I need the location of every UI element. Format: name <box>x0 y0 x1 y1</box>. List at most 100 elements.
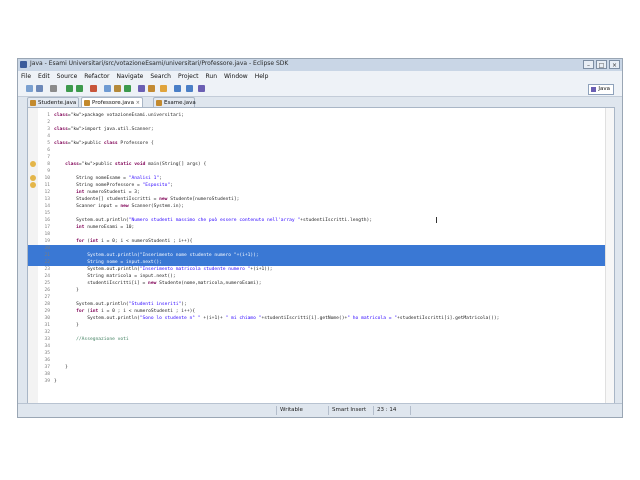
code-line[interactable]: 10 String nomeEsame = "Analisi 1"; <box>28 175 614 182</box>
code-text: } <box>54 288 79 293</box>
code-line[interactable]: 38 <box>28 371 614 378</box>
status-separator <box>373 406 374 415</box>
code-line[interactable]: 29 for (int i = 0 ; i < numeroStudenti ;… <box>28 308 614 315</box>
line-number: 6 <box>47 148 50 153</box>
code-line[interactable]: 14 Scanner input = new Scanner(System.in… <box>28 203 614 210</box>
code-line[interactable]: 19 for (int i = 0; i < numeroStudenti ; … <box>28 238 614 245</box>
line-number: 2 <box>47 120 50 125</box>
run-icon[interactable] <box>76 85 83 92</box>
toggle-mark-icon[interactable] <box>160 85 167 92</box>
code-line[interactable]: 31 } <box>28 322 614 329</box>
code-line[interactable]: 30 System.out.println("Sono lo studente … <box>28 315 614 322</box>
new-package-icon[interactable] <box>114 85 121 92</box>
warning-marker-icon[interactable] <box>30 175 36 181</box>
close-button[interactable]: × <box>609 60 620 69</box>
status-insert-mode: Smart Insert <box>332 407 367 413</box>
code-line[interactable]: 3 class="kw">import java.util.Scanner; <box>28 126 614 133</box>
java-perspective-button[interactable]: Java <box>588 84 614 95</box>
line-number: 16 <box>44 218 50 223</box>
save-icon[interactable] <box>36 85 43 92</box>
code-text: class="kw">package votazioneEsami.univer… <box>54 113 185 118</box>
tab-esame[interactable]: Esame.java <box>153 97 196 107</box>
code-line[interactable]: 24 String matricola = input.next(); <box>28 273 614 280</box>
external-tools-icon[interactable] <box>90 85 97 92</box>
maximize-button[interactable]: □ <box>596 60 607 69</box>
code-line[interactable]: 17 int numeroEsami = 10; <box>28 224 614 231</box>
line-number: 27 <box>44 295 50 300</box>
code-line[interactable]: 9 <box>28 168 614 175</box>
menu-edit[interactable]: Edit <box>35 71 54 82</box>
code-line[interactable]: 20 <box>28 245 614 252</box>
new-class-icon[interactable] <box>124 85 131 92</box>
code-line[interactable]: 26 } <box>28 287 614 294</box>
code-line[interactable]: 6 <box>28 147 614 154</box>
new-java-project-icon[interactable] <box>104 85 111 92</box>
new-icon[interactable] <box>26 85 33 92</box>
line-number: 24 <box>44 274 50 279</box>
code-line[interactable]: 18 <box>28 231 614 238</box>
code-text: class="kw">public class Professore { <box>54 141 154 146</box>
line-number: 3 <box>47 127 50 132</box>
debug-icon[interactable] <box>66 85 73 92</box>
warning-marker-icon[interactable] <box>30 161 36 167</box>
code-text: System.out.println("Inserimento nome stu… <box>54 253 259 258</box>
menu-source[interactable]: Source <box>54 71 82 82</box>
code-line[interactable]: 27 <box>28 294 614 301</box>
menu-file[interactable]: File <box>18 71 35 82</box>
line-number: 18 <box>44 232 50 237</box>
code-line[interactable]: 39} <box>28 378 614 385</box>
line-number: 39 <box>44 379 50 384</box>
java-file-icon <box>156 100 162 106</box>
code-line[interactable]: 1 class="kw">package votazioneEsami.unive… <box>28 112 614 119</box>
code-line[interactable]: 4 <box>28 133 614 140</box>
code-line[interactable]: 22 String nome = input.next(); <box>28 259 614 266</box>
code-line[interactable]: 23 System.out.println("Inserimento matri… <box>28 266 614 273</box>
code-line[interactable]: 37 } <box>28 364 614 371</box>
menu-run[interactable]: Run <box>203 71 222 82</box>
code-line[interactable]: 7 <box>28 154 614 161</box>
tab-professore[interactable]: Professore.java × <box>81 97 143 107</box>
search-icon[interactable] <box>148 85 155 92</box>
code-line[interactable]: 8 class="kw">public static void main(Str… <box>28 161 614 168</box>
code-line[interactable]: 25 studentiIscritti[i] = new Studente(no… <box>28 280 614 287</box>
code-line[interactable]: 12 int numeroStudenti = 3; <box>28 189 614 196</box>
menu-project[interactable]: Project <box>175 71 203 82</box>
menu-navigate[interactable]: Navigate <box>113 71 147 82</box>
code-line[interactable]: 13 Studente[] studentiIscritti = new Stu… <box>28 196 614 203</box>
code-line[interactable]: 11 String nomeProfessore = "Esposito"; <box>28 182 614 189</box>
code-text: class="kw">import java.util.Scanner; <box>54 127 154 132</box>
open-type-icon[interactable] <box>138 85 145 92</box>
code-line[interactable]: 32 <box>28 329 614 336</box>
minimize-button[interactable]: – <box>583 60 594 69</box>
code-line[interactable]: 36 <box>28 357 614 364</box>
code-line[interactable]: 5 class="kw">public class Professore { <box>28 140 614 147</box>
line-number: 19 <box>44 239 50 244</box>
line-number: 10 <box>44 176 50 181</box>
code-line[interactable]: 21 System.out.println("Inserimento nome … <box>28 252 614 259</box>
menu-refactor[interactable]: Refactor <box>81 71 113 82</box>
title-bar[interactable]: Java - Esami Universitari/src/votazioneE… <box>18 59 622 71</box>
print-icon[interactable] <box>50 85 57 92</box>
code-line[interactable]: 28 System.out.println("Studenti inseriti… <box>28 301 614 308</box>
line-number: 14 <box>44 204 50 209</box>
warning-marker-icon[interactable] <box>30 182 36 188</box>
perspective-icon[interactable] <box>198 85 205 92</box>
menu-help[interactable]: Help <box>252 71 273 82</box>
line-number: 29 <box>44 309 50 314</box>
code-line[interactable]: 16 System.out.println("Numero studenti m… <box>28 217 614 224</box>
code-line[interactable]: 34 <box>28 343 614 350</box>
code-line[interactable]: 15 <box>28 210 614 217</box>
code-line[interactable]: 33 //Assegnazione voti <box>28 336 614 343</box>
line-number: 8 <box>47 162 50 167</box>
line-number: 4 <box>47 134 50 139</box>
overview-ruler[interactable] <box>605 108 614 403</box>
code-text: String nomeProfessore = "Esposito"; <box>54 183 173 188</box>
code-line[interactable]: 35 <box>28 350 614 357</box>
forward-icon[interactable] <box>186 85 193 92</box>
code-line[interactable]: 2 <box>28 119 614 126</box>
tab-studente[interactable]: Studente.java <box>27 97 79 107</box>
back-icon[interactable] <box>174 85 181 92</box>
menu-window[interactable]: Window <box>221 71 252 82</box>
menu-search[interactable]: Search <box>147 71 175 82</box>
code-editor[interactable]: 1 class="kw">package votazioneEsami.unive… <box>27 107 615 404</box>
